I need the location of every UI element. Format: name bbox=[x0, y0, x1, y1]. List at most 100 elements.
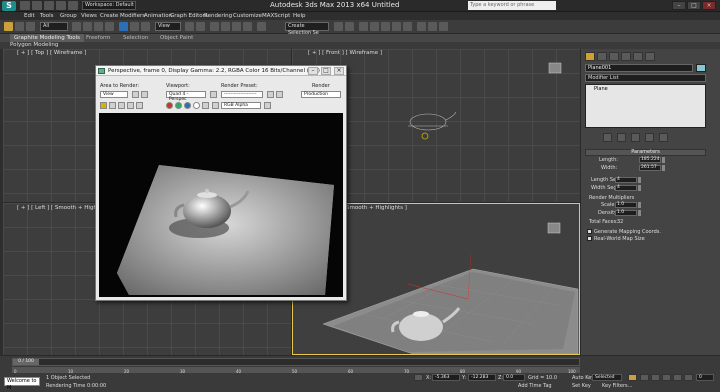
x-coord-field[interactable]: -5.363 bbox=[432, 374, 460, 381]
front-viewcube-icon[interactable] bbox=[543, 59, 567, 77]
unlink-icon[interactable] bbox=[15, 22, 24, 31]
key-filters-button[interactable]: Key Filters... bbox=[602, 383, 632, 389]
parameters-rollout[interactable]: Parameters bbox=[585, 149, 706, 156]
mirror-icon[interactable] bbox=[334, 22, 343, 31]
tab-graphite-modeling[interactable]: Graphite Modeling Tools bbox=[10, 34, 85, 42]
scale-icon[interactable] bbox=[141, 22, 150, 31]
modify-tab-icon[interactable] bbox=[597, 52, 607, 61]
curve-editor-icon[interactable] bbox=[381, 22, 390, 31]
print-image-icon[interactable] bbox=[127, 102, 134, 109]
save-file-icon[interactable] bbox=[44, 1, 54, 10]
pivot-center-icon[interactable] bbox=[185, 22, 194, 31]
align-icon[interactable] bbox=[345, 22, 354, 31]
area-to-render-dropdown[interactable]: View bbox=[100, 91, 128, 98]
object-color-swatch[interactable] bbox=[696, 64, 706, 72]
create-tab-icon[interactable] bbox=[585, 52, 595, 61]
perspective-viewport-label[interactable]: Smooth + Highlights ] bbox=[346, 205, 407, 211]
show-end-result-icon[interactable] bbox=[617, 133, 626, 142]
utilities-tab-icon[interactable] bbox=[645, 52, 655, 61]
undo-icon[interactable] bbox=[56, 1, 66, 10]
minimize-button[interactable]: – bbox=[672, 1, 686, 10]
channel-display-dropdown[interactable]: RGB Alpha bbox=[221, 102, 261, 109]
viewport-dropdown[interactable]: Quad 4 - Perspec bbox=[166, 91, 206, 102]
remove-modifier-icon[interactable] bbox=[645, 133, 654, 142]
redo-icon[interactable] bbox=[68, 1, 78, 10]
auto-key-label[interactable]: Auto Key bbox=[572, 375, 594, 381]
window-crossing-icon[interactable] bbox=[105, 22, 114, 31]
go-to-end-icon[interactable] bbox=[684, 374, 693, 381]
manipulate-icon[interactable] bbox=[196, 22, 205, 31]
menu-tools[interactable]: Tools bbox=[40, 12, 54, 20]
red-channel-icon[interactable] bbox=[166, 102, 173, 109]
app-logo-icon[interactable]: S bbox=[2, 1, 16, 11]
hierarchy-tab-icon[interactable] bbox=[609, 52, 619, 61]
auto-region-icon[interactable] bbox=[141, 91, 148, 98]
menu-views[interactable]: Views bbox=[81, 12, 97, 20]
display-tab-icon[interactable] bbox=[633, 52, 643, 61]
set-key-icon[interactable] bbox=[628, 374, 637, 381]
render-mode-dropdown[interactable]: Production bbox=[301, 91, 341, 98]
maxscript-listener[interactable]: Welcome to M bbox=[4, 377, 40, 391]
monochrome-icon[interactable] bbox=[202, 102, 209, 109]
save-image-icon[interactable] bbox=[100, 102, 107, 109]
density-input[interactable]: 1.0 bbox=[615, 210, 637, 216]
display-toggle-icon[interactable] bbox=[264, 102, 271, 109]
width-segs-spinner[interactable] bbox=[638, 185, 641, 191]
gen-mapping-checkbox[interactable] bbox=[587, 229, 592, 234]
clone-frame-window-icon[interactable] bbox=[118, 102, 125, 109]
pin-stack-icon[interactable] bbox=[603, 133, 612, 142]
selection-filter-dropdown[interactable]: All bbox=[40, 22, 68, 31]
previous-frame-icon[interactable] bbox=[651, 374, 660, 381]
lock-viewport-icon[interactable] bbox=[210, 91, 217, 98]
open-file-icon[interactable] bbox=[32, 1, 42, 10]
next-frame-icon[interactable] bbox=[673, 374, 682, 381]
render-canvas[interactable] bbox=[99, 113, 343, 297]
clear-image-icon[interactable] bbox=[136, 102, 143, 109]
blue-channel-icon[interactable] bbox=[184, 102, 191, 109]
go-to-start-icon[interactable] bbox=[640, 374, 649, 381]
menu-modifiers[interactable]: Modifiers bbox=[120, 12, 145, 20]
length-segs-spinner[interactable] bbox=[638, 177, 641, 183]
menu-graph-editors[interactable]: Graph Editors bbox=[170, 12, 208, 20]
spinner-snap-icon[interactable] bbox=[243, 22, 252, 31]
width-segs-input[interactable]: 4 bbox=[615, 185, 637, 191]
front-viewport-label[interactable]: [ + ] [ Front ] [ Wireframe ] bbox=[308, 50, 382, 56]
rect-selection-icon[interactable] bbox=[94, 22, 103, 31]
time-slider[interactable]: 0 / 100 bbox=[12, 358, 580, 366]
tab-object-paint[interactable]: Object Paint bbox=[160, 34, 193, 42]
render-close-button[interactable]: × bbox=[334, 67, 344, 75]
snaps-toggle-icon[interactable] bbox=[210, 22, 219, 31]
top-viewport-label[interactable]: [ + ] [ Top ] [ Wireframe ] bbox=[17, 50, 86, 56]
select-by-name-icon[interactable] bbox=[83, 22, 92, 31]
perspective-viewcube-icon[interactable] bbox=[543, 219, 565, 237]
menu-edit[interactable]: Edit bbox=[24, 12, 35, 20]
length-input[interactable]: 185.224 bbox=[639, 157, 661, 163]
motion-tab-icon[interactable] bbox=[621, 52, 631, 61]
close-button[interactable]: × bbox=[702, 1, 716, 10]
menu-maxscript[interactable]: MAXScript bbox=[262, 12, 290, 20]
modifier-stack[interactable]: Plane bbox=[585, 84, 706, 128]
make-unique-icon[interactable] bbox=[631, 133, 640, 142]
configure-sets-icon[interactable] bbox=[659, 133, 668, 142]
bind-space-warp-icon[interactable] bbox=[26, 22, 35, 31]
play-icon[interactable] bbox=[662, 374, 671, 381]
reference-coord-dropdown[interactable]: View bbox=[155, 22, 181, 31]
select-object-icon[interactable] bbox=[72, 22, 81, 31]
layer-manager-icon[interactable] bbox=[359, 22, 368, 31]
percent-snap-icon[interactable] bbox=[232, 22, 241, 31]
modifier-list-dropdown[interactable]: Modifier List bbox=[585, 74, 706, 82]
menu-animation[interactable]: Animation bbox=[144, 12, 172, 20]
polygon-modeling-label[interactable]: Polygon Modeling bbox=[10, 42, 58, 49]
named-selection-sets-dropdown[interactable]: Create Selection Se bbox=[285, 22, 329, 36]
width-input[interactable]: 261.57 bbox=[639, 165, 661, 171]
z-coord-field[interactable]: 0.0 bbox=[503, 374, 525, 381]
environment-icon[interactable] bbox=[276, 91, 283, 98]
render-preset-dropdown[interactable]: -------------------- bbox=[221, 91, 263, 98]
render-setup-button-icon[interactable] bbox=[267, 91, 274, 98]
menu-create[interactable]: Create bbox=[100, 12, 118, 20]
new-file-icon[interactable] bbox=[20, 1, 30, 10]
render-production-icon[interactable] bbox=[439, 22, 448, 31]
tab-freeform[interactable]: Freeform bbox=[86, 34, 111, 42]
schematic-view-icon[interactable] bbox=[392, 22, 401, 31]
rotate-icon[interactable] bbox=[130, 22, 139, 31]
